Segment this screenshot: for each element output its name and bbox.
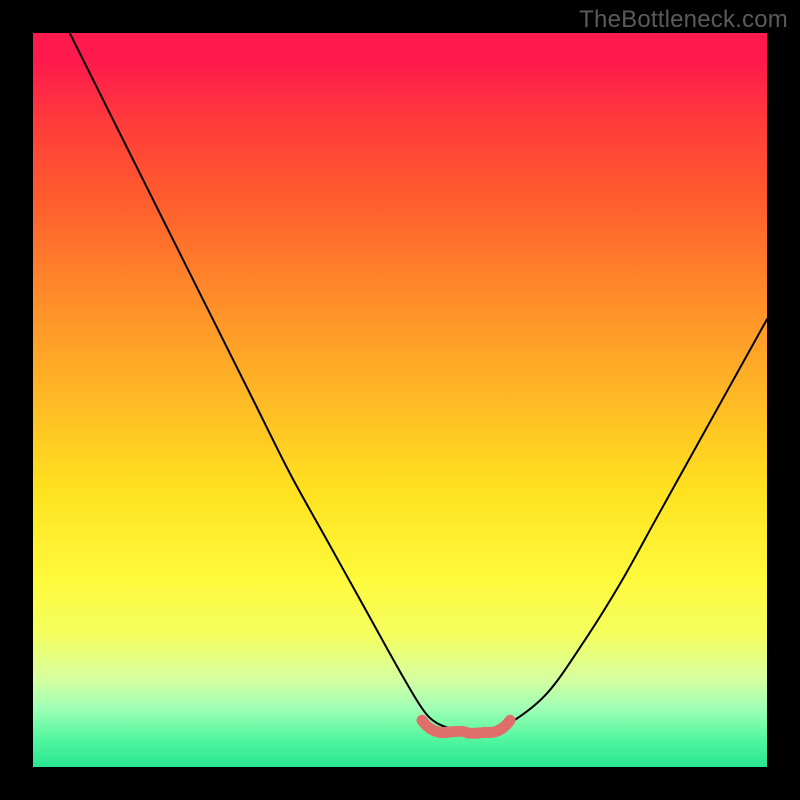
chart-frame: TheBottleneck.com: [0, 0, 800, 800]
chart-svg: [33, 33, 767, 767]
chart-plot-area: [33, 33, 767, 767]
series-curve: [70, 33, 767, 731]
chart-series-layer: [70, 33, 767, 733]
watermark-text: TheBottleneck.com: [579, 6, 788, 34]
